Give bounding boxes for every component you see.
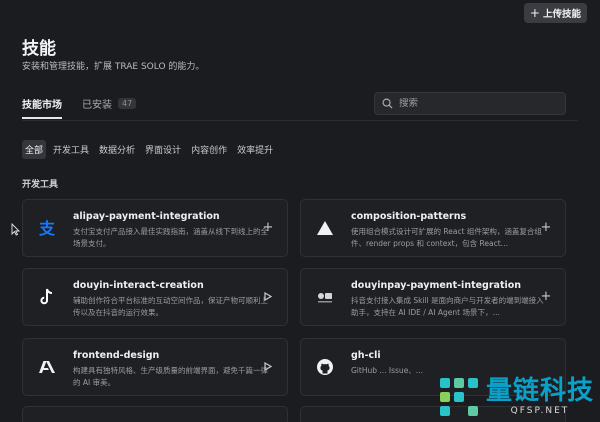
github-icon — [315, 357, 335, 377]
search-input[interactable] — [399, 98, 549, 109]
watermark-logo-icon — [439, 378, 478, 416]
tab-bar: 技能市场 已安装 47 — [22, 96, 137, 119]
upload-skill-button[interactable]: + 上传技能 — [523, 3, 587, 23]
skill-description: 抖音支付接入集成 Skill 是面向商户与开发者的端到端接入助手，支持在 AI … — [351, 296, 544, 317]
skill-card[interactable]: douyin-interact-creation 辅助创作符合平台标准的互动空间… — [22, 268, 288, 326]
skill-name: douyinpay-payment-integration — [351, 280, 522, 291]
plus-icon: + — [529, 6, 540, 20]
section-title: 开发工具 — [22, 180, 59, 190]
filter-content-creation[interactable]: 内容创作 — [188, 140, 230, 159]
tabs-divider — [22, 120, 578, 121]
triangle-icon — [315, 218, 335, 238]
filter-dev-tools[interactable]: 开发工具 — [50, 140, 92, 159]
skill-card[interactable]: 支 alipay-payment-integration 支付宝支付产品接入最佳… — [22, 199, 288, 257]
tab-installed[interactable]: 已安装 47 — [82, 96, 137, 119]
skill-card[interactable] — [22, 406, 288, 422]
tiktok-icon — [37, 287, 57, 307]
svg-text:支: 支 — [38, 219, 56, 237]
category-filters: 全部 开发工具 数据分析 界面设计 内容创作 效率提升 — [22, 140, 276, 159]
skill-card[interactable]: frontend-design 构建具有独特风格、生产级质量的前端界面，避免千篇… — [22, 338, 288, 396]
skill-name: gh-cli — [351, 350, 381, 361]
skill-name: douyin-interact-creation — [73, 280, 204, 291]
filter-all[interactable]: 全部 — [22, 140, 47, 159]
mouse-cursor-icon — [11, 223, 20, 236]
tab-installed-label: 已安装 — [82, 100, 112, 111]
open-button[interactable] — [261, 359, 275, 373]
anthropic-icon — [37, 357, 57, 377]
plus-icon: + — [540, 288, 552, 304]
install-button[interactable]: + — [539, 220, 553, 234]
play-icon — [264, 291, 272, 301]
douyinpay-icon — [315, 287, 335, 307]
filter-productivity[interactable]: 效率提升 — [234, 140, 276, 159]
plus-icon: + — [262, 219, 274, 235]
skill-description: 辅助创作符合平台标准的互动空间作品，保证产物可顺利上传以及在抖音的运行效果。 — [73, 296, 268, 317]
watermark-title: 量链科技 — [485, 376, 594, 406]
search-icon — [382, 98, 393, 109]
install-button[interactable]: + — [261, 220, 275, 234]
filter-ui-design[interactable]: 界面设计 — [142, 140, 184, 159]
search-box[interactable] — [374, 92, 566, 115]
skill-name: frontend-design — [73, 350, 160, 361]
installed-count-badge: 47 — [118, 98, 137, 109]
tab-marketplace-label: 技能市场 — [22, 100, 62, 111]
skill-description: 支付宝支付产品接入最佳实践指南，涵盖从线下到线上的全场景支付。 — [73, 227, 268, 248]
page-subtitle: 安装和管理技能，扩展 TRAE SOLO 的能力。 — [22, 62, 205, 72]
skill-description: 使用组合模式设计可扩展的 React 组件架构，涵盖复合组件、render pr… — [351, 227, 542, 248]
skill-name: composition-patterns — [351, 211, 467, 222]
watermark: 量链科技 QFSP.NET — [438, 376, 594, 418]
skill-card[interactable]: douyinpay-payment-integration 抖音支付接入集成 S… — [300, 268, 566, 326]
alipay-icon: 支 — [37, 218, 57, 238]
page-title: 技能 — [22, 39, 56, 59]
plus-icon: + — [540, 219, 552, 235]
play-icon — [264, 361, 272, 371]
skill-name: alipay-payment-integration — [73, 211, 220, 222]
skill-card[interactable]: composition-patterns 使用组合模式设计可扩展的 React … — [300, 199, 566, 257]
install-button[interactable]: + — [539, 289, 553, 303]
skill-description: 构建具有独特风格、生产级质量的前端界面，避免千篇一律的 AI 审美。 — [73, 366, 268, 387]
tab-marketplace[interactable]: 技能市场 — [22, 96, 62, 119]
open-button[interactable] — [261, 289, 275, 303]
upload-skill-label: 上传技能 — [542, 9, 581, 20]
watermark-url: QFSP.NET — [510, 406, 570, 416]
filter-data-analysis[interactable]: 数据分析 — [96, 140, 138, 159]
